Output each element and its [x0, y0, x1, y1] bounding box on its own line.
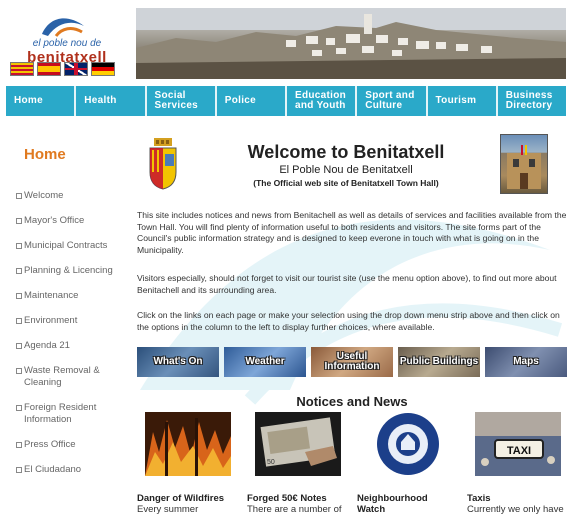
nav-social-services[interactable]: Social Services	[144, 86, 215, 116]
news-item-taxis[interactable]: TAXI Taxis Currently we only have	[467, 412, 567, 515]
sidebar-item-environment[interactable]: Environment	[16, 315, 134, 327]
sidebar-item-planning-licencing[interactable]: Planning & Licencing	[16, 265, 134, 277]
news-title: Neighbourhood Watch	[357, 493, 428, 515]
intro-paragraph: This site includes notices and news from…	[137, 210, 567, 255]
news-title: Danger of Wildfires	[137, 493, 225, 504]
sidebar-item-agenda-21[interactable]: Agenda 21	[16, 340, 134, 352]
sidebar-item-waste-removal[interactable]: Waste Removal & Cleaning	[16, 365, 114, 389]
taxi-sign-text: TAXI	[507, 445, 531, 457]
banknote-image: 50	[255, 412, 341, 476]
nav-business-directory[interactable]: Business Directory	[495, 86, 566, 116]
weather-button[interactable]: Weather	[224, 347, 306, 377]
page-subtitle: El Poble Nou de Benitatxell	[279, 164, 413, 176]
news-desc: Currently we only have	[467, 504, 564, 515]
news-list: Danger of Wildfires Every summer 50 Forg…	[137, 412, 567, 515]
german-flag-icon[interactable]	[91, 62, 115, 76]
page-title: Welcome to Benitatxell	[247, 142, 445, 162]
logo-swoosh-icon	[42, 18, 84, 37]
sidebar-item-press-office[interactable]: Press Office	[16, 439, 134, 451]
nav-police[interactable]: Police	[214, 86, 285, 116]
news-item-forged-notes[interactable]: 50 Forged 50€ Notes There are a number o…	[247, 412, 347, 515]
sidebar-item-foreign-resident-info[interactable]: Foreign Resident Information	[16, 402, 116, 426]
sidebar-menu: Welcome Mayor's Office Municipal Contrac…	[16, 190, 134, 476]
news-item-wildfires[interactable]: Danger of Wildfires Every summer	[137, 412, 237, 515]
news-title: Taxis	[467, 493, 491, 504]
spanish-flag-icon[interactable]	[37, 62, 61, 76]
coat-of-arms-icon	[149, 138, 177, 190]
news-desc: There are a number of	[247, 504, 342, 515]
useful-information-button[interactable]: Useful Information	[311, 347, 393, 377]
nav-health[interactable]: Health	[74, 86, 144, 116]
navigation-help-paragraph: Click on the links on each page or make …	[137, 310, 560, 332]
sidebar-item-mayors-office[interactable]: Mayor's Office	[16, 215, 134, 227]
header-banner-image	[136, 8, 566, 79]
nav-tourism[interactable]: Tourism	[425, 86, 496, 116]
sidebar-item-municipal-contracts[interactable]: Municipal Contracts	[16, 240, 134, 252]
sidebar-item-maintenance[interactable]: Maintenance	[16, 290, 134, 302]
whats-on-button[interactable]: What's On	[137, 347, 219, 377]
nav-home[interactable]: Home	[6, 86, 74, 116]
neighbourhood-watch-badge-icon	[377, 413, 439, 475]
news-desc: Every summer	[137, 504, 199, 515]
nav-education-youth[interactable]: Education and Youth	[285, 86, 355, 116]
public-buildings-button[interactable]: Public Buildings	[398, 347, 480, 377]
sidebar-title: Home	[24, 146, 66, 163]
logo-line-1: el poble nou de	[32, 38, 102, 49]
sidebar-item-el-ciudadano[interactable]: El Ciudadano	[16, 464, 134, 476]
svg-text:50: 50	[267, 459, 275, 466]
language-flags	[10, 62, 120, 76]
news-item-neighbourhood-watch[interactable]: Neighbourhood Watch	[357, 412, 457, 515]
taxi-sign-image: TAXI	[475, 412, 561, 476]
official-site-note: (The Official web site of Benitatxell To…	[253, 178, 439, 188]
news-title: Forged 50€ Notes	[247, 493, 327, 504]
town-panorama	[136, 8, 566, 79]
sidebar-item-welcome[interactable]: Welcome	[16, 190, 134, 202]
nav-sport-culture[interactable]: Sport and Culture	[355, 86, 425, 116]
main-nav: Home Health Social Services Police Educa…	[6, 86, 566, 116]
news-heading: Notices and News	[296, 394, 408, 409]
valencian-flag-icon[interactable]	[10, 62, 34, 76]
quick-links: What's On Weather Useful Information Pub…	[137, 347, 567, 377]
maps-button[interactable]: Maps	[485, 347, 567, 377]
english-flag-icon[interactable]	[64, 62, 88, 76]
wildfire-image	[145, 412, 231, 476]
visitors-paragraph: Visitors especially, should not forget t…	[137, 273, 557, 295]
